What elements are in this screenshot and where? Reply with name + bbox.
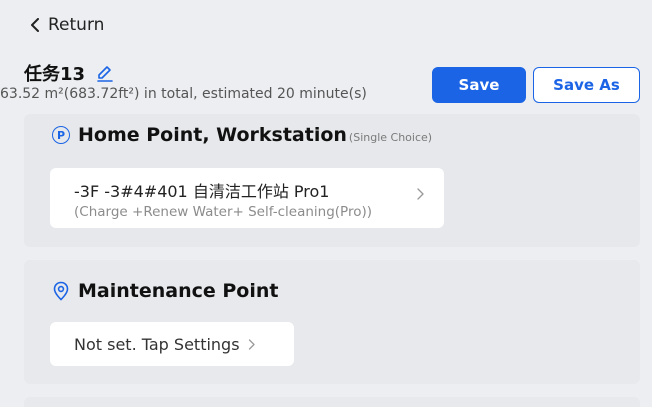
chevron-left-icon	[31, 18, 39, 32]
back-label: Return	[48, 15, 105, 35]
next-section-card	[24, 397, 640, 407]
maintenance-point-section: Maintenance Point Not set. Tap Settings	[24, 260, 640, 384]
maintenance-settings-label: Not set. Tap Settings	[74, 334, 240, 354]
chevron-right-icon	[248, 338, 255, 350]
task-summary: 63.52 m²(683.72ft²) in total, estimated …	[0, 86, 367, 102]
edit-pencil-icon[interactable]	[95, 63, 115, 83]
save-as-button[interactable]: Save As	[533, 67, 640, 103]
route-task-editor: Return 任务13 63.52 m²(683.72ft²) in total…	[0, 0, 652, 407]
save-button[interactable]: Save	[432, 67, 526, 103]
parking-p-icon: P	[52, 126, 70, 144]
location-pin-icon	[53, 281, 69, 301]
workstation-name: -3F -3#4#401 自清洁工作站 Pro1	[74, 182, 330, 201]
top-bar: Return	[0, 0, 652, 50]
maintenance-point-title: Maintenance Point	[78, 280, 279, 302]
chevron-right-icon	[417, 188, 424, 200]
maintenance-settings-button[interactable]: Not set. Tap Settings	[50, 322, 294, 366]
single-choice-hint: (Single Choice)	[348, 130, 433, 144]
task-name: 任务13	[24, 64, 86, 85]
workstation-item[interactable]: -3F -3#4#401 自清洁工作站 Pro1 (Charge +Renew …	[50, 168, 444, 228]
workstation-capabilities: (Charge +Renew Water+ Self-cleaning(Pro)…	[74, 204, 373, 220]
task-title-row: 任务13	[24, 60, 115, 86]
maintenance-point-header: Maintenance Point	[52, 280, 278, 302]
home-point-title: Home Point, Workstation	[78, 124, 347, 146]
back-button[interactable]: Return	[30, 15, 104, 35]
home-point-header: P Home Point, Workstation (Single Choice…	[52, 124, 432, 146]
home-point-section: P Home Point, Workstation (Single Choice…	[24, 114, 640, 247]
